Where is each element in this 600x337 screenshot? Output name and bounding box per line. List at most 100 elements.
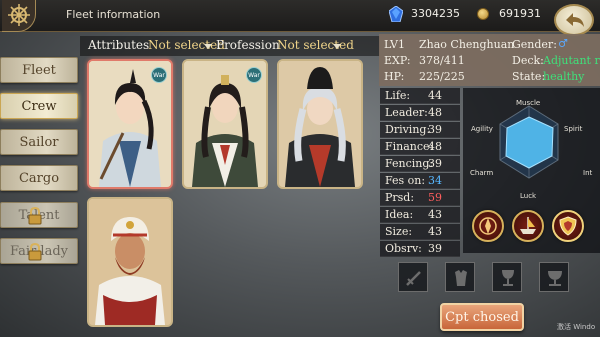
radar-label-muscle: Muscle (516, 99, 541, 107)
stat-value: 39 (428, 157, 442, 170)
ship-wheel-icon (2, 0, 36, 32)
compass-skill-icon (479, 217, 497, 235)
menu-cargo-label: Cargo (18, 170, 60, 186)
page-title: Fleet information (66, 8, 161, 21)
crew-card-1[interactable]: War (87, 59, 173, 189)
crew-card-2[interactable]: War (182, 59, 268, 189)
captain-chosen-label: Cpt chosed (445, 309, 519, 325)
gold-coin-icon (477, 8, 489, 20)
stat-value: 39 (428, 123, 442, 136)
profession-caret-icon[interactable] (333, 44, 341, 49)
gem-icon (388, 5, 404, 26)
gender-label: Gender: (512, 38, 557, 51)
back-arrow-icon (566, 13, 584, 27)
menu-cargo[interactable]: Cargo (0, 165, 78, 191)
state-label: State: (512, 70, 546, 83)
stat-row: Finance: 48 (380, 139, 460, 155)
menu-crew[interactable]: Crew (0, 93, 78, 119)
equip-slot-trinket[interactable] (539, 262, 569, 292)
stat-row: Leader: 48 (380, 105, 460, 121)
stat-row: Fes on: 34 (380, 173, 460, 189)
radar-label-charm: Charm (470, 169, 494, 177)
stat-row: Prsd: 59 (380, 190, 460, 206)
skill-slot-2[interactable] (512, 210, 544, 242)
portrait-white-haired-noble (279, 61, 361, 187)
profession-label: Profession (216, 38, 280, 52)
stat-value: 48 (428, 106, 442, 119)
deck-value: Adjutant ro (543, 54, 600, 67)
stat-label: Driving: (385, 123, 431, 136)
stat-label: Obsrv: (385, 242, 422, 255)
top-bar: Fleet information 3304235 691931 (0, 0, 600, 32)
stat-value: 43 (428, 208, 442, 221)
stat-label: Prsd: (385, 191, 415, 204)
back-button[interactable] (554, 4, 594, 36)
exp-value: 378/411 (419, 54, 465, 67)
sword-icon (406, 271, 421, 286)
equip-slot-weapon[interactable] (398, 262, 428, 292)
menu-fleet[interactable]: Fleet (0, 57, 78, 83)
character-level: LV1 (384, 38, 405, 51)
stat-label: Fes on: (385, 174, 426, 187)
equip-slot-accessory[interactable] (492, 262, 522, 292)
stat-row: Obsrv: 39 (380, 241, 460, 257)
skill-slot-1[interactable] (472, 210, 504, 242)
war-badge: War (246, 67, 262, 83)
crew-card-4[interactable] (87, 197, 173, 327)
equip-slot-armor[interactable] (445, 262, 475, 292)
character-name: Zhao Chenghuan (419, 38, 515, 51)
cup-icon (548, 271, 562, 286)
stat-value: 34 (428, 174, 442, 187)
lock-icon (28, 243, 42, 261)
menu-sailor[interactable]: Sailor (0, 129, 78, 155)
stat-value: 43 (428, 225, 442, 238)
menu-sailor-label: Sailor (19, 134, 59, 150)
menu-fleet-label: Fleet (22, 62, 56, 78)
stat-value: 48 (428, 140, 442, 153)
exp-label: EXP: (384, 54, 411, 67)
hp-value: 225/225 (419, 70, 465, 83)
deck-label: Deck: (512, 54, 544, 67)
stat-value: 39 (428, 242, 442, 255)
stat-label: Finance: (385, 140, 434, 153)
portrait-bearded-sailor (89, 199, 171, 325)
stat-label: Life: (385, 89, 411, 102)
skill-slot-3[interactable] (552, 210, 584, 242)
stat-row: Fencing: 39 (380, 156, 460, 172)
stat-value: 59 (428, 191, 442, 204)
filter-bar: Attributes Not selected Profession Not s… (80, 36, 380, 56)
windows-activation-watermark: 激活 Windo (557, 323, 596, 331)
stat-label: Fencing: (385, 157, 434, 170)
state-value: healthy (543, 70, 585, 83)
gem-count: 3304235 (411, 7, 460, 20)
stat-label: Leader: (385, 106, 428, 119)
radar-label-int: Int (583, 169, 593, 177)
stat-value: 44 (428, 89, 442, 102)
attributes-caret-icon[interactable] (204, 44, 212, 49)
stat-label: Idea: (385, 208, 414, 221)
radar-label-luck: Luck (520, 192, 537, 200)
stat-row: Life: 44 (380, 88, 460, 104)
goblet-icon (502, 270, 514, 286)
hp-label: HP: (384, 70, 405, 83)
male-icon: ♂ (558, 37, 568, 50)
gold-count: 691931 (499, 7, 541, 20)
stat-row: Size: 43 (380, 224, 460, 240)
attributes-dropdown[interactable]: Not selected (148, 38, 225, 52)
stat-row: Idea: 43 (380, 207, 460, 223)
armor-icon (455, 270, 467, 286)
ship-skill-icon (520, 217, 536, 234)
stat-row: Driving: 39 (380, 122, 460, 138)
lock-icon (28, 207, 42, 225)
attributes-label: Attributes (88, 38, 150, 52)
menu-fair-lady[interactable]: Fair lady (0, 238, 78, 264)
menu-talent[interactable]: Talent (0, 202, 78, 228)
stat-label: Size: (385, 225, 413, 238)
radar-label-spirit: Spirit (564, 125, 583, 133)
menu-crew-label: Crew (21, 98, 57, 114)
captain-chosen-button[interactable]: Cpt chosed (440, 303, 524, 331)
war-badge: War (151, 67, 167, 83)
profession-dropdown[interactable]: Not selected (277, 38, 354, 52)
shield-skill-icon (559, 216, 577, 236)
crew-card-3[interactable] (277, 59, 363, 189)
